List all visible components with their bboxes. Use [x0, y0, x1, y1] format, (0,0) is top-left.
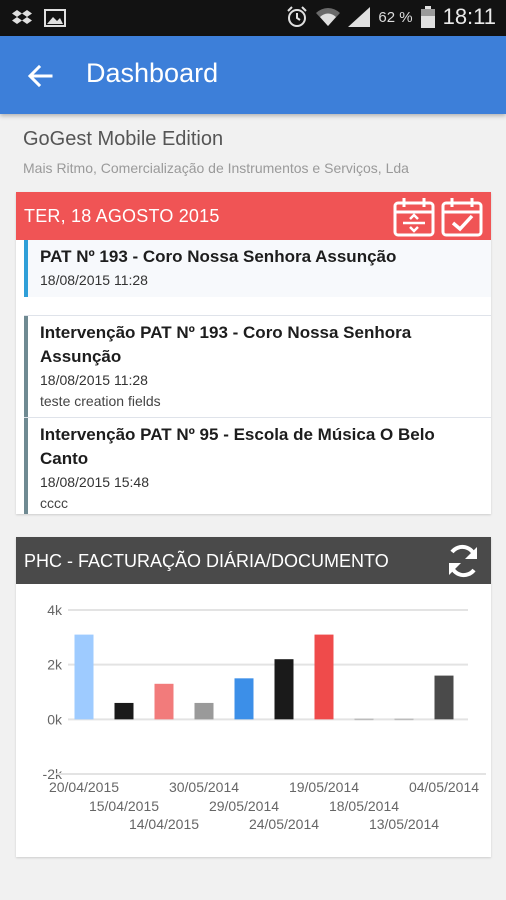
company-subtitle: Mais Ritmo, Comercialização de Instrumen… — [23, 160, 409, 176]
event-description: cccc — [40, 495, 68, 511]
image-icon — [44, 9, 66, 27]
x-tick-label: 04/05/2014 — [409, 779, 479, 795]
calendar-check-button[interactable] — [441, 197, 483, 237]
bar — [234, 678, 254, 720]
page-title: Dashboard — [86, 58, 219, 88]
chart-card: PHC - FACTURAÇÃO DIÁRIA/DOCUMENTO 4k 2k 0k… — [16, 537, 491, 857]
x-tick-label: 18/05/2014 — [329, 798, 399, 814]
agenda-header: TER, 18 AGOSTO 2015 — [16, 192, 491, 240]
y-tick-label: 0k — [47, 711, 63, 727]
x-tick-label: 24/05/2014 — [249, 816, 319, 832]
back-button[interactable] — [22, 58, 58, 94]
battery-icon — [420, 6, 435, 28]
status-right-icons: 62 % 18:11 — [286, 4, 496, 30]
bar — [434, 675, 454, 720]
refresh-button[interactable] — [443, 541, 483, 581]
wifi-icon — [316, 8, 341, 26]
company-name: GoGest Mobile Edition — [23, 128, 224, 150]
bar — [74, 634, 94, 720]
y-tick-label: 4k — [47, 602, 63, 618]
bar — [314, 634, 334, 720]
refresh-icon — [449, 544, 477, 578]
event-time: 18/08/2015 11:28 — [40, 272, 148, 288]
chart-header: PHC - FACTURAÇÃO DIÁRIA/DOCUMENTO — [16, 537, 491, 584]
bar — [114, 702, 134, 720]
event-time: 18/08/2015 11:28 — [40, 372, 148, 388]
app-bar: Dashboard — [0, 36, 506, 114]
x-tick-label: 20/04/2015 — [49, 779, 119, 795]
chart-title: PHC - FACTURAÇÃO DIÁRIA/DOCUMENTO — [24, 551, 389, 571]
calendar-icon — [393, 198, 435, 237]
agenda-date: TER, 18 AGOSTO 2015 — [24, 206, 220, 226]
arrow-back-icon — [27, 64, 53, 88]
dropbox-icon — [12, 10, 32, 24]
event-title: Intervenção PAT Nº 193 - Coro Nossa Senh… — [40, 323, 412, 366]
clock: 18:11 — [442, 4, 496, 29]
event-title: Intervenção PAT Nº 95 - Escola de Música… — [40, 425, 435, 468]
x-tick-label: 30/05/2014 — [169, 779, 239, 795]
calendar-check-icon — [441, 198, 483, 237]
x-tick-label: 14/04/2015 — [129, 816, 199, 832]
bar-chart: 4k2k0k-2k20/04/201515/04/201514/04/20153… — [43, 602, 486, 832]
x-tick-label: 29/05/2014 — [209, 798, 279, 814]
event-time: 18/08/2015 15:48 — [40, 474, 149, 490]
battery-percent: 62 % — [378, 8, 413, 26]
bar — [194, 702, 214, 720]
calendar-button[interactable] — [393, 197, 435, 237]
x-tick-label: 19/05/2014 — [289, 779, 359, 795]
bar — [274, 659, 294, 720]
event-title: PAT Nº 193 - Coro Nossa Senhora Assunção — [40, 247, 397, 266]
x-tick-label: 15/04/2015 — [89, 798, 159, 814]
bar — [154, 683, 174, 720]
status-left-icons — [12, 8, 66, 28]
x-tick-label: 13/05/2014 — [369, 816, 439, 832]
event-item[interactable]: Intervenção PAT Nº 193 - Coro Nossa Senh… — [24, 316, 491, 417]
status-bar: 62 % 18:11 — [0, 0, 506, 36]
signal-icon — [348, 7, 371, 27]
y-tick-label: 2k — [47, 657, 63, 673]
agenda-card: TER, 18 AGOSTO 2015 PAT Nº 193 - Coro No… — [16, 192, 491, 514]
event-item[interactable]: Intervenção PAT Nº 95 - Escola de Música… — [24, 418, 491, 514]
event-description: teste creation fields — [40, 393, 161, 409]
alarm-icon — [287, 6, 308, 27]
event-item[interactable]: PAT Nº 193 - Coro Nossa Senhora Assunção… — [24, 240, 491, 297]
